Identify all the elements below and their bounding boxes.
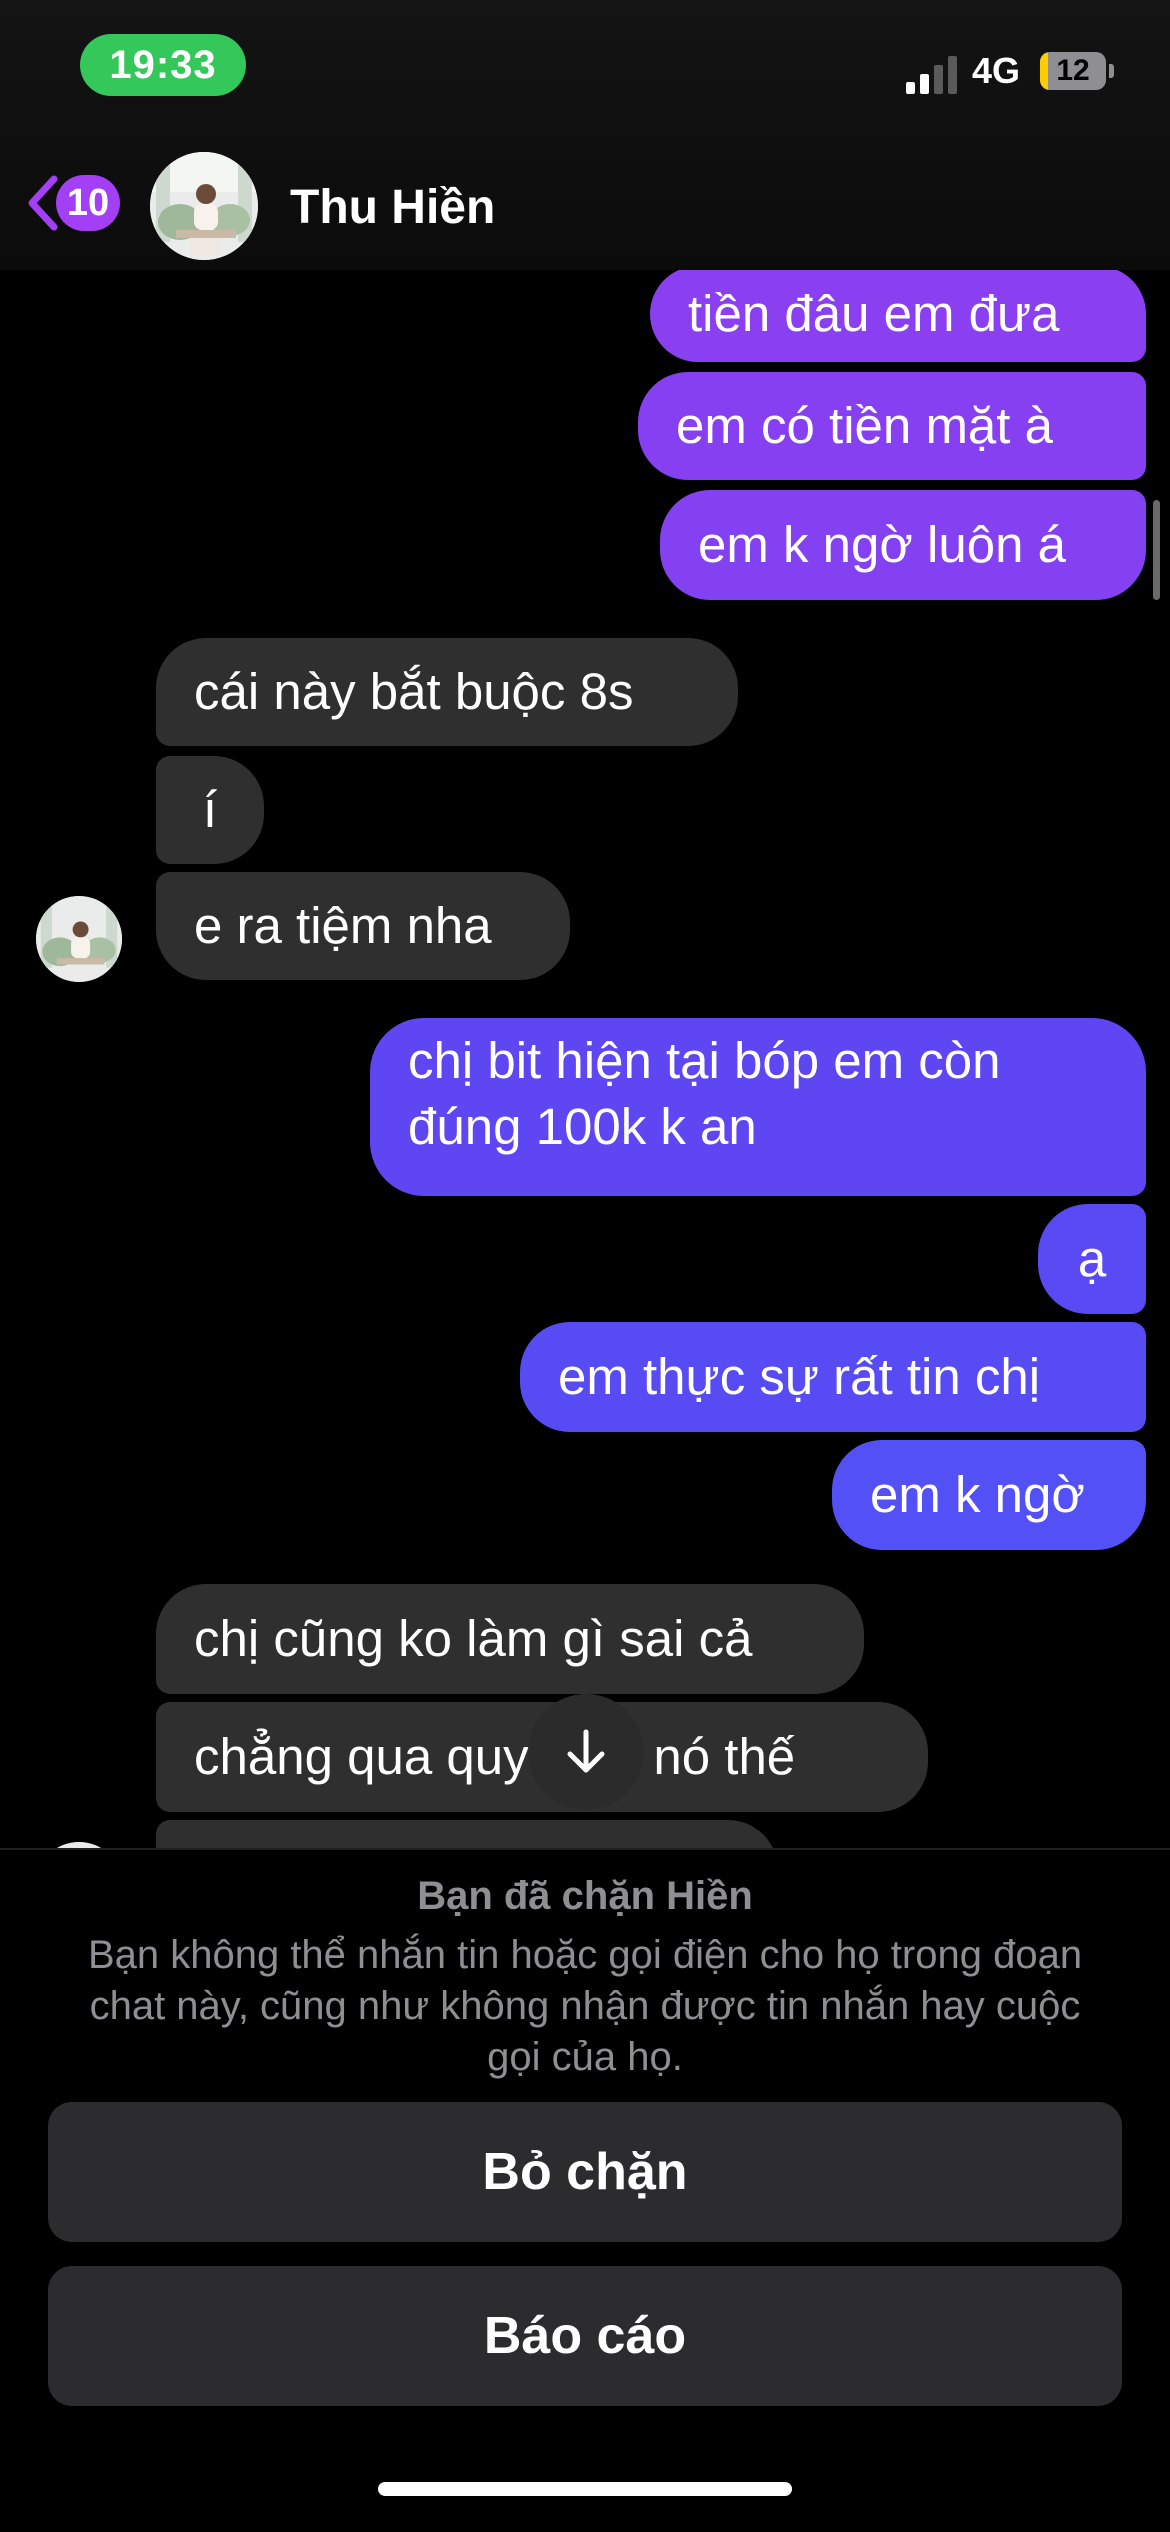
message-bubble-in[interactable]: í [156, 756, 264, 864]
network-type: 4G [972, 50, 1021, 91]
sender-avatar[interactable] [36, 896, 122, 982]
report-button[interactable]: Báo cáo [48, 2266, 1122, 2406]
avatar-photo-icon [36, 896, 122, 982]
message-bubble-out[interactable]: em k ngờ luôn á [660, 490, 1146, 600]
chat-header: 10 Thu Hiền [0, 130, 1170, 270]
blocked-title: Bạn đã chặn Hiền [417, 1874, 753, 1918]
battery-icon: 12 [1040, 52, 1106, 90]
home-indicator[interactable] [378, 2482, 792, 2496]
avatar-photo-icon [150, 152, 258, 260]
cellular-signal-icon [906, 56, 957, 94]
message-bubble-in[interactable]: cái này bắt buộc 8s [156, 638, 738, 746]
contact-name[interactable]: Thu Hiền [290, 180, 495, 235]
unread-count-badge: 10 [56, 175, 120, 231]
message-bubble-in[interactable]: e ra tiệm nha [156, 872, 570, 980]
message-list[interactable]: tiền đâu em đưa em có tiền mặt à em k ngờ … [0, 270, 1170, 1848]
battery-cap [1109, 64, 1114, 78]
message-bubble-in[interactable]: chị cũng ko làm gì sai cả [156, 1584, 864, 1694]
message-bubble-out[interactable]: em thực sự rất tin chị [520, 1322, 1146, 1432]
chevron-left-icon [28, 175, 58, 231]
back-button[interactable]: 10 [26, 172, 120, 234]
contact-avatar[interactable] [150, 152, 258, 260]
scrollbar[interactable] [1153, 500, 1160, 600]
message-bubble-out[interactable]: chị bit hiện tại bóp em còn đúng 100k k … [370, 1018, 1146, 1196]
message-bubble-out[interactable]: em k ngờ [832, 1440, 1146, 1550]
message-bubble-in[interactable]: nều mọi hợi đổ lại phải [156, 1820, 778, 1848]
message-bubble-out[interactable]: ạ [1038, 1204, 1146, 1314]
blocked-description: Bạn không thể nhắn tin hoặc gọi điện cho… [87, 1933, 1083, 2079]
message-bubble-out[interactable]: tiền đâu em đưa [650, 270, 1146, 362]
unblock-button[interactable]: Bỏ chặn [48, 2102, 1122, 2242]
scroll-to-bottom-button[interactable] [528, 1694, 644, 1810]
arrow-down-icon [567, 1729, 605, 1773]
battery-percent: 12 [1056, 54, 1090, 87]
blocked-notice-panel: Bạn đã chặn Hiền Bạn không thể nhắn tin … [0, 1848, 1170, 2532]
status-time[interactable]: 19:33 [80, 34, 246, 96]
message-bubble-out[interactable]: em có tiền mặt à [638, 372, 1146, 480]
status-bar: 19:33 4G 12 [0, 0, 1170, 130]
